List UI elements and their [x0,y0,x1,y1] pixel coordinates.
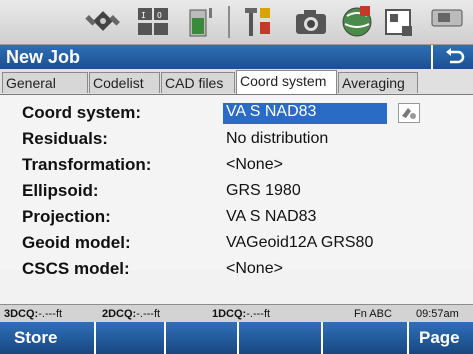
softkey-bar: Store Page [0,322,473,354]
battery-icon[interactable] [182,4,220,40]
cq2d-readout: 2DCQ:-.---ft [102,308,161,320]
back-arrow-icon [446,48,465,64]
tab-averaging[interactable]: Averaging [338,72,418,93]
coord-system-picker-button[interactable] [398,103,420,123]
tab-coord-system[interactable]: Coord system [236,70,337,94]
antenna-pole-icon[interactable] [240,4,278,40]
satellite-icon[interactable] [84,4,122,40]
tab-strip: General Codelist CAD files Coord system … [0,69,473,95]
softkey-5[interactable] [323,322,409,354]
form-row-transformation: Transformation: <None> [0,153,473,178]
form-row-cscs-model: CSCS model: <None> [0,257,473,282]
status-bar: 3DCQ:-.---ft 2DCQ:-.---ft 1DCQ:-.---ft F… [0,304,473,324]
coord-system-form: Coord system: VA S NAD83 Residuals: No d… [0,95,473,278]
field-label: Projection: [22,207,111,226]
tab-cad-files[interactable]: CAD files [161,72,235,93]
page-button[interactable]: Page [409,322,473,354]
io-status-icon[interactable]: IO [134,4,172,40]
clock: 09:57am [416,308,459,320]
softkey-3[interactable] [166,322,239,354]
cq1d-readout: 1DCQ:-.---ft [212,308,271,320]
form-row-geoid-model: Geoid model: VAGeoid12A GRS80 [0,231,473,256]
projection-value[interactable]: VA S NAD83 [226,208,316,226]
toolbar-separator [228,6,230,38]
ellipsoid-value[interactable]: GRS 1980 [226,182,301,200]
globe-icon[interactable] [338,4,376,40]
cf-card-icon[interactable] [428,4,466,40]
system-toolbar: IO [0,0,473,45]
form-row-projection: Projection: VA S NAD83 [0,205,473,230]
svg-text:I: I [141,11,146,20]
form-row-coord-system: Coord system: VA S NAD83 [0,101,473,126]
residuals-value[interactable]: No distribution [226,130,328,148]
store-button[interactable]: Store [0,322,96,354]
geoid-model-value[interactable]: VAGeoid12A GRS80 [226,234,373,252]
form-row-ellipsoid: Ellipsoid: GRS 1980 [0,179,473,204]
cscs-model-value[interactable]: <None> [226,260,283,278]
title-bar: New Job [0,45,473,69]
input-mode-indicator: Fn ABC [354,308,392,320]
field-label: Geoid model: [22,233,131,252]
tab-codelist[interactable]: Codelist [89,72,160,93]
coord-system-value[interactable]: VA S NAD83 [223,103,387,124]
tab-general[interactable]: General [2,72,88,93]
form-row-residuals: Residuals: No distribution [0,127,473,152]
picker-icon [402,108,416,119]
svg-text:O: O [157,11,162,20]
field-label: Residuals: [22,129,108,148]
softkey-2[interactable] [96,322,166,354]
softkey-4[interactable] [239,322,323,354]
camera-icon[interactable] [292,4,330,40]
cq3d-readout: 3DCQ:-.---ft [4,308,63,320]
field-label: Transformation: [22,155,152,174]
field-label: CSCS model: [22,259,130,278]
back-button[interactable] [431,45,473,69]
field-label: Ellipsoid: [22,181,99,200]
transformation-value[interactable]: <None> [226,156,283,174]
memory-icon[interactable] [380,4,418,40]
page-title: New Job [6,47,81,67]
field-label: Coord system: [22,103,142,122]
